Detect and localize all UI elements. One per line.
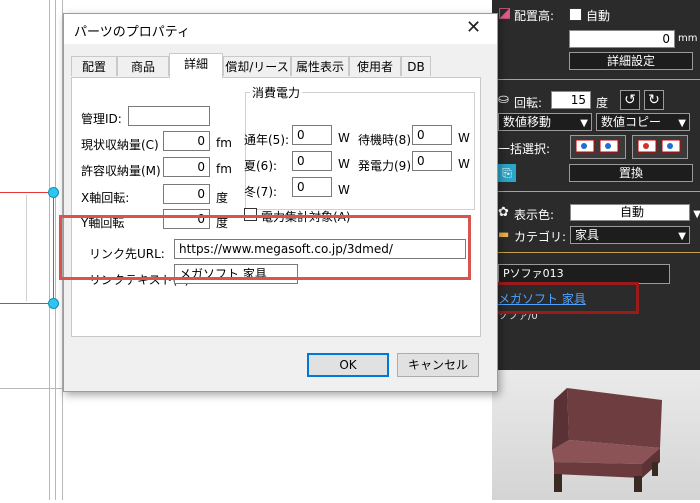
cancel-button[interactable]: キャンセル [397,353,479,377]
winter-power-input[interactable]: 0 [292,177,332,197]
x-rotation-label: X軸回転: [81,191,130,205]
numeric-copy-label: 数値コピー [601,115,662,129]
allowed-storage-unit: fm [216,162,232,176]
3d-preview[interactable] [492,370,700,500]
part-outline [26,195,27,301]
rotation-unit: 度 [596,96,609,110]
category-label: カテゴリ: [514,230,567,244]
ok-button[interactable]: OK [307,353,389,377]
chevron-down-icon: ▼ [580,118,588,129]
rotate-right-icon[interactable]: ↻ [644,90,664,110]
category-select[interactable]: 家具 ▼ [570,226,690,244]
numeric-move-label: 数値移動 [503,115,552,129]
summer-power-unit: W [338,157,350,171]
display-color-value: 自動 [619,205,644,219]
bulk-select-type-icon[interactable] [632,135,688,159]
close-icon[interactable]: ✕ [466,17,481,38]
height-label: 配置高: [514,9,555,23]
wall-line [49,0,50,500]
bulk-select-same-icon[interactable] [570,135,626,159]
bulk-select-label: 一括選択: [498,142,551,156]
wall-line [55,0,56,500]
allowed-storage-label: 許容収納量(M) [81,164,161,178]
generation-power-input[interactable]: 0 [412,151,452,171]
detail-settings-button[interactable]: 詳細設定 [569,52,693,70]
bulk-select-icon-graphic [637,139,681,153]
properties-dialog: パーツのプロパティ ✕ 配置 商品 詳細 償却/リース 属性表示 使用者 DB … [63,13,498,392]
tab-details[interactable]: 詳細 [169,53,223,78]
power-group-title: 消費電力 [250,84,303,101]
category-value: 家具 [575,228,600,242]
display-color-label: 表示色: [514,208,555,222]
standby-power-unit: W [458,131,470,145]
dialog-title: パーツのプロパティ [74,25,190,40]
part-name-field[interactable]: Pソファ013 [498,264,670,284]
numeric-copy-select[interactable]: 数値コピー ▼ [596,113,690,131]
resize-handle[interactable] [48,187,59,198]
auto-height-checkbox[interactable] [569,8,582,21]
height-icon: ◪ [498,5,512,21]
summer-power-input[interactable]: 0 [292,151,332,171]
rotate-left-icon[interactable]: ↺ [620,90,640,110]
palette-icon: ✿ [498,205,509,220]
dialog-titlebar[interactable]: パーツのプロパティ ✕ [64,14,497,44]
management-id-input[interactable] [128,106,210,126]
x-rotation-input[interactable]: 0 [163,184,210,204]
current-storage-unit: fm [216,136,232,150]
chevron-down-icon: ▼ [693,209,700,220]
tab-user[interactable]: 使用者 [349,56,401,76]
height-unit: mm [678,33,698,44]
winter-power-unit: W [338,183,350,197]
management-id-label: 管理ID: [81,112,122,126]
highlight-box [59,215,471,280]
tab-placement[interactable]: 配置 [71,56,117,76]
folder-icon: ▬ [498,227,510,241]
tab-attributes[interactable]: 属性表示 [291,56,349,76]
divider [492,191,700,192]
current-storage-input[interactable]: 0 [163,131,210,151]
tab-db[interactable]: DB [401,56,431,76]
auto-height-label: 自動 [586,9,611,23]
selection-outline [0,192,54,193]
bulk-select-icon-graphic [575,139,619,153]
divider [492,252,700,253]
resize-handle[interactable] [48,298,59,309]
selection-outline [53,192,54,304]
allowed-storage-input[interactable]: 0 [163,157,210,177]
replace-button[interactable]: 置換 [569,164,693,182]
divider [492,79,700,80]
tab-depreciation[interactable]: 償却/リース [223,56,291,76]
generation-power-label: 発電力(9) [358,159,411,173]
chevron-down-icon: ▼ [678,231,686,242]
normal-power-label: 通年(5): [244,133,290,147]
sofa-preview-icon [552,388,662,492]
rotation-icon: ⛀ [498,92,509,107]
display-color-select[interactable]: 自動 ▼ [570,204,700,221]
chevron-down-icon: ▼ [678,118,686,129]
standby-power-input[interactable]: 0 [412,125,452,145]
current-storage-label: 現状収納量(C) [81,138,159,152]
paperclip-icon[interactable]: ⎘ [498,164,516,182]
normal-power-input[interactable]: 0 [292,125,332,145]
summer-power-label: 夏(6): [244,159,278,173]
winter-power-label: 冬(7): [244,185,278,199]
highlight-box [489,282,639,314]
x-rotation-unit: 度 [216,191,229,205]
tab-content: 管理ID: 現状収納量(C) 0 fm 許容収納量(M) 0 fm X軸回転: … [71,77,481,337]
standby-power-label: 待機時(8) [358,133,411,147]
rotation-input[interactable]: 15 [551,91,591,109]
height-input[interactable]: 0 [569,30,675,48]
selection-outline [0,303,54,304]
generation-power-unit: W [458,157,470,171]
tab-product[interactable]: 商品 [117,56,169,76]
rotation-label: 回転: [514,96,543,110]
normal-power-unit: W [338,131,350,145]
numeric-move-select[interactable]: 数値移動 ▼ [498,113,592,131]
